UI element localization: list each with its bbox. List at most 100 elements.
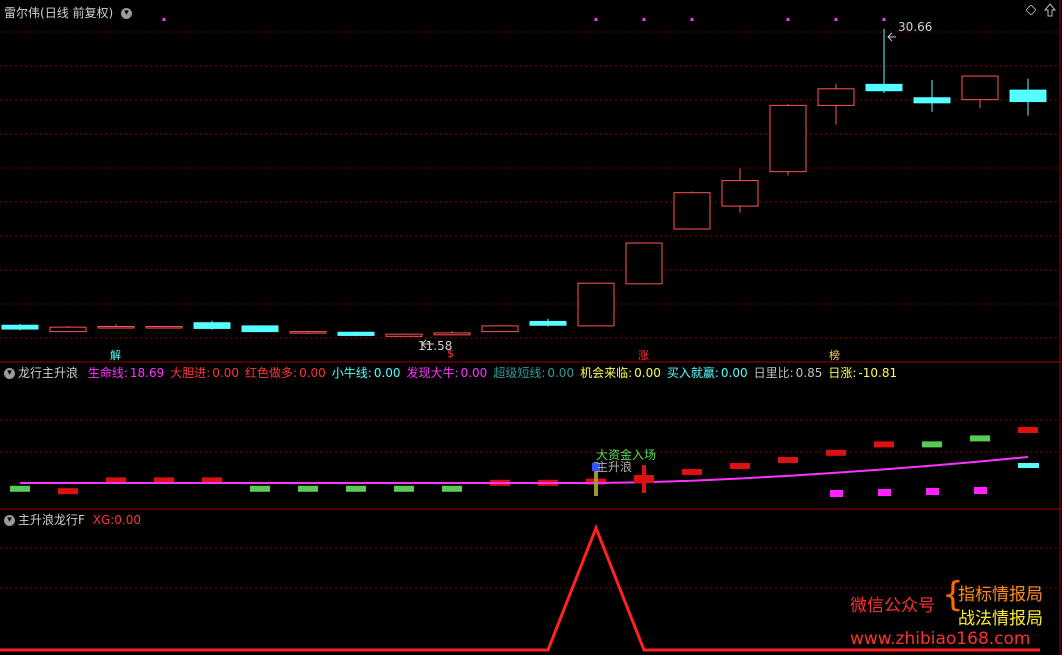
indicator-7-name: 买入就赢: xyxy=(666,366,719,380)
indicator-6-value: 0.00 xyxy=(634,366,661,380)
signal-bar-5 xyxy=(250,485,270,492)
stock-name: 雷尔伟 xyxy=(4,6,41,20)
indicator-7-value: 0.00 xyxy=(720,366,748,380)
panel3-collapse-icon[interactable]: ▾ xyxy=(4,515,15,526)
candle-body-21 xyxy=(1009,89,1047,103)
candle-body-8 xyxy=(385,333,423,337)
candle-body-5 xyxy=(241,325,279,333)
candle-body-11 xyxy=(529,320,567,326)
candle-body-0 xyxy=(1,324,39,330)
indicator-4-value: 0.00 xyxy=(460,366,488,380)
xg-value: 0.00 xyxy=(114,513,142,527)
indicator-1-name: 大胆进: xyxy=(170,366,211,380)
signal-dot-4 xyxy=(786,18,790,21)
candle-body-13 xyxy=(625,242,663,285)
main-panel-title: 雷尔伟(日线 前复权) ▾ xyxy=(4,4,133,21)
indicator-6-name: 机会来临: xyxy=(580,366,633,380)
legend-items: 生命线: 18.69 大胆进: 0.00 红色做多: 0.00 小牛线: 0.00 发现大牛: 0… xyxy=(84,366,899,380)
magenta-bar-2 xyxy=(926,488,939,495)
candle-body-2 xyxy=(97,326,135,329)
indicator-panel-bars xyxy=(10,427,1039,497)
indicator-panel-title: 龙行主升浪 xyxy=(18,366,79,380)
signal-dot-3 xyxy=(690,18,694,21)
indicator-3-value: 0.00 xyxy=(373,366,401,380)
signal-bar-19 xyxy=(922,441,942,448)
signal-bar-8 xyxy=(394,485,414,492)
signal-dot-5 xyxy=(834,18,838,21)
cyan-bar xyxy=(1018,463,1039,468)
xg-label: XG: xyxy=(92,513,115,527)
watermark-url[interactable]: www.zhibiao168.com xyxy=(850,629,1030,649)
candle-body-9 xyxy=(433,332,471,336)
magenta-bar-3 xyxy=(974,487,987,494)
candle-body-12 xyxy=(577,282,615,327)
indicator-4-name: 发现大牛: xyxy=(406,366,459,380)
candle-body-3 xyxy=(145,326,183,329)
signal-bar-9 xyxy=(442,485,462,492)
marker-bang[interactable]: 榜 xyxy=(829,347,840,363)
indicator-0-value: 18.69 xyxy=(129,366,165,380)
signal-bar-17 xyxy=(826,449,846,456)
price-annotations xyxy=(421,32,896,349)
signal-bar-0 xyxy=(10,485,30,492)
candle-body-20 xyxy=(961,75,999,101)
indicator-legend: ▾ 龙行主升浪 生命线: 18.69 大胆进: 0.00 红色做多: 0.00 小牛线: 0.0… xyxy=(4,364,901,381)
magenta-bar-0 xyxy=(830,490,843,497)
magenta-bar-1 xyxy=(878,489,891,496)
indicator-8-value: 0.85 xyxy=(795,366,823,380)
watermark-wechat: 微信公众号 xyxy=(850,596,935,616)
signal-bar-18 xyxy=(874,441,894,448)
signal-bar-1 xyxy=(58,488,78,495)
scroll-up-arrow-icon[interactable] xyxy=(1044,3,1056,17)
signal-bar-6 xyxy=(298,485,318,492)
candle-body-18 xyxy=(865,83,903,92)
candle-body-15 xyxy=(721,180,759,207)
candle-body-1 xyxy=(49,326,87,333)
diamond-icon[interactable] xyxy=(1026,5,1036,15)
signal-bar-16 xyxy=(778,457,798,463)
indicator-5-name: 超级短线: xyxy=(493,366,546,380)
signal-dot-1 xyxy=(594,18,598,21)
period-label: (日线 前复权) xyxy=(40,6,114,20)
candle-body-10 xyxy=(481,325,519,333)
annotation-main-wave: 主升浪 xyxy=(596,460,633,474)
signal-dot-2 xyxy=(642,18,646,21)
candle-body-14 xyxy=(673,192,711,230)
stock-chart-canvas[interactable] xyxy=(0,0,1062,655)
candlesticks xyxy=(1,28,1047,337)
indicator-0-name: 生命线: xyxy=(87,366,128,380)
indicator-2-name: 红色做多: xyxy=(245,366,298,380)
xg-panel-name: 主升浪龙行F xyxy=(18,513,85,527)
signal-bar-14 xyxy=(682,469,702,475)
collapse-chevron-icon[interactable]: ▾ xyxy=(121,8,133,19)
marker-dollar[interactable]: $ xyxy=(447,347,454,360)
indicator-8-name: 日里比: xyxy=(753,366,794,380)
signal-bar-7 xyxy=(346,485,366,492)
candle-body-19 xyxy=(913,97,951,104)
panel2-collapse-icon[interactable]: ▾ xyxy=(4,368,15,379)
indicator-1-value: 0.00 xyxy=(212,366,240,380)
signal-bar-20 xyxy=(970,435,990,442)
candle-body-4 xyxy=(193,322,231,329)
indicator-2-value: 0.00 xyxy=(299,366,326,380)
signal-bar-15 xyxy=(730,463,750,469)
high-price-label: 30.66 xyxy=(898,20,933,34)
signal-dot-6 xyxy=(882,18,886,21)
watermark-brand-bottom: 战法情报局 xyxy=(958,609,1043,629)
signal-bar-21 xyxy=(1018,427,1038,433)
watermark-brand-top: 指标情报局 xyxy=(958,585,1043,605)
signal-dot-0 xyxy=(162,18,166,21)
xg-panel-title: ▾ 主升浪龙行F XG:0.00 xyxy=(4,511,141,528)
price-grid xyxy=(0,31,1060,589)
marker-zhang[interactable]: 涨 xyxy=(638,347,649,363)
indicator-3-name: 小牛线: xyxy=(331,366,372,380)
candle-body-16 xyxy=(769,104,807,173)
indicator-9-value: -10.81 xyxy=(858,366,898,380)
signal-dots xyxy=(162,18,886,21)
candle-body-6 xyxy=(289,331,327,334)
indicator-9-name: 日涨: xyxy=(828,366,857,380)
red-cross-bar xyxy=(634,476,654,483)
indicator-5-value: 0.00 xyxy=(547,366,575,380)
marker-jie[interactable]: 解 xyxy=(110,347,121,363)
candle-body-7 xyxy=(337,331,375,336)
